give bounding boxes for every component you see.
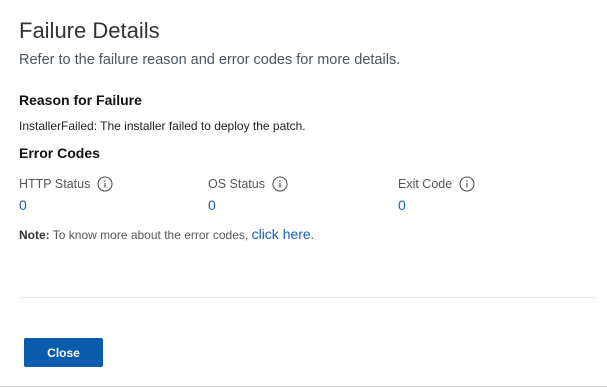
dialog-bottom-border [0,386,607,387]
exit-code-label: Exit Code [398,177,453,191]
dialog-subtitle: Refer to the failure reason and error co… [19,52,401,68]
http-status-field: HTTP Status 0 [19,175,113,213]
info-icon[interactable] [459,176,475,192]
note-label: Note: [19,228,50,242]
error-codes-note: Note: To know more about the error codes… [19,226,314,242]
os-status-value: 0 [208,197,216,213]
note-suffix: . [310,228,315,242]
error-codes-heading: Error Codes [19,145,100,161]
info-icon[interactable] [272,176,288,192]
error-codes-help-link[interactable]: click here [252,226,311,242]
os-status-label: OS Status [208,177,265,191]
info-icon[interactable] [97,176,113,192]
dialog-title: Failure Details [19,18,160,43]
reason-heading: Reason for Failure [19,92,142,108]
note-text: To know more about the error codes, [52,228,249,242]
http-status-value: 0 [19,197,27,213]
failure-details-dialog: Failure Details Refer to the failure rea… [0,0,607,388]
footer-divider [19,297,597,298]
reason-text: InstallerFailed: The installer failed to… [19,119,306,133]
http-status-label: HTTP Status [19,177,91,191]
close-button[interactable]: Close [24,338,103,367]
exit-code-value: 0 [398,197,406,213]
exit-code-field: Exit Code 0 [398,175,475,213]
os-status-field: OS Status 0 [208,175,288,213]
